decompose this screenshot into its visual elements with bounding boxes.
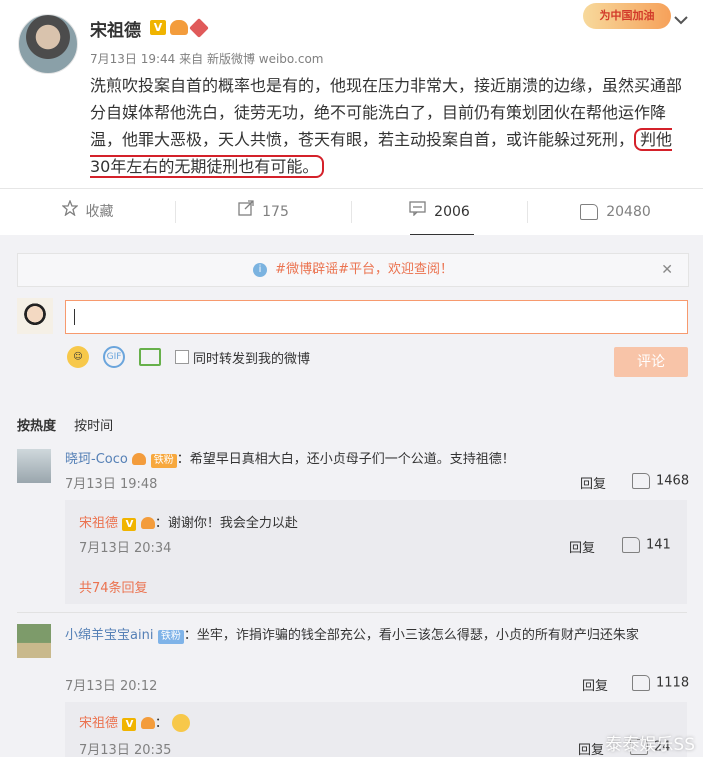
reply-link[interactable]: 回复 — [582, 675, 608, 694]
comment-text: ：坐牢，诈捐诈骗的钱全部充公，看小三该怎么得瑟，小贞的所有财产归还朱家 — [183, 628, 639, 643]
vip-icon — [140, 517, 155, 529]
checkbox-icon[interactable] — [175, 350, 189, 364]
fan-badge: 铁粉 — [150, 454, 177, 468]
fan-badge: 铁粉 — [157, 630, 184, 644]
comment-icon — [409, 189, 426, 235]
subreply-item: 宋祖德 V ：谢谢你！我会全力以赴 — [79, 512, 298, 531]
image-icon[interactable] — [139, 348, 161, 366]
comment-time: 7月13日 20:12 — [65, 679, 158, 694]
thumbs-up-icon — [632, 675, 650, 691]
comment-author[interactable]: 晓珂-Coco — [65, 452, 128, 467]
medal-icon — [189, 17, 209, 38]
subreply-like-button[interactable]: 141 — [622, 537, 671, 553]
verified-icon: V — [150, 20, 166, 35]
favorite-button[interactable]: 收藏 — [0, 189, 175, 235]
post-meta: 7月13日 19:44 来自 新版微博 weibo.com — [90, 50, 324, 67]
post-text: 洗煎吹投案自首的概率也是有的，他现在压力非常大，接近崩溃的边缘，虽然买通部分自媒… — [90, 72, 690, 180]
divider — [17, 612, 687, 613]
subreply-like-count: 141 — [646, 537, 671, 553]
comment-button[interactable]: 2006 — [352, 189, 527, 235]
favorite-label: 收藏 — [85, 204, 114, 220]
watermark: 泰泰娱乐SS — [605, 735, 695, 755]
gif-icon[interactable]: GIF — [103, 346, 125, 368]
post-time[interactable]: 7月13日 19:44 — [90, 52, 175, 66]
reply-link[interactable]: 回复 — [578, 739, 604, 758]
promo-badge[interactable]: 为中国加油 — [583, 3, 671, 29]
comment-author[interactable]: 小绵羊宝宝aini — [65, 628, 153, 643]
author-avatar[interactable] — [18, 14, 78, 74]
repost-count: 175 — [262, 204, 289, 220]
repost-icon — [238, 189, 254, 235]
sort-tabs: 按热度 按时间 — [17, 415, 127, 434]
post-text-main: 洗煎吹投案自首的概率也是有的，他现在压力非常大，接近崩溃的边缘，虽然买通部分自媒… — [90, 76, 683, 149]
emoji-icon — [172, 714, 191, 732]
verified-icon: V — [122, 518, 137, 531]
thumbs-up-icon — [632, 473, 650, 489]
subreply-author[interactable]: 宋祖德 — [79, 716, 118, 731]
author-name[interactable]: 宋祖德 — [90, 16, 141, 41]
notice-text[interactable]: #微博辟谣#平台，欢迎查阅！ — [275, 262, 453, 277]
subreply-time: 7月13日 20:34 — [79, 541, 172, 556]
comment-avatar[interactable] — [17, 624, 51, 658]
subreply-text: ：谢谢你！我会全力以赴 — [154, 516, 298, 531]
comment-text: ：希望早日真相大白，还小贞母子们一个公道。支持祖德！ — [176, 452, 515, 467]
repost-button[interactable]: 175 — [176, 189, 351, 235]
close-icon[interactable]: ✕ — [661, 254, 673, 286]
comment-time: 7月13日 19:48 — [65, 477, 158, 492]
verified-icon: V — [122, 718, 137, 731]
info-icon: i — [253, 262, 268, 277]
comment-item: 晓珂-Coco 铁粉 ：希望早日真相大白，还小贞母子们一个公道。支持祖德！ — [65, 448, 515, 468]
comment-like-count: 1118 — [656, 675, 690, 691]
comment-item: 小绵羊宝宝aini 铁粉 ：坐牢，诈捐诈骗的钱全部充公，看小三该怎么得瑟，小贞的所… — [65, 622, 687, 649]
more-replies-link[interactable]: 共74条回复 — [79, 577, 148, 596]
tab-sort-time[interactable]: 按时间 — [74, 419, 113, 434]
notice-bar: i #微博辟谣#平台，欢迎查阅！ ✕ — [17, 253, 689, 287]
post-source: 来自 新版微博 weibo.com — [179, 52, 324, 66]
vip-icon — [170, 20, 188, 35]
author-badges: V — [150, 17, 209, 38]
also-repost-label: 同时转发到我的微博 — [193, 351, 311, 367]
subreply-time: 7月13日 20:35 — [79, 743, 172, 758]
star-icon — [60, 189, 79, 235]
composer-tools: ☺ GIF 同时转发到我的微博 — [67, 346, 310, 368]
tab-sort-hot[interactable]: 按热度 — [17, 419, 56, 434]
comment-avatar[interactable] — [17, 449, 51, 483]
comment-like-button[interactable]: 1468 — [632, 473, 689, 489]
comment-input[interactable] — [65, 300, 688, 334]
vip-icon — [132, 453, 147, 465]
subreply-item: 宋祖德 V ： — [79, 712, 191, 732]
thumbs-up-icon — [580, 204, 599, 220]
chevron-down-icon[interactable] — [674, 10, 688, 29]
submit-comment-button[interactable]: 评论 — [614, 347, 688, 377]
thumbs-up-icon — [622, 537, 640, 553]
subreply-text: ： — [154, 716, 168, 731]
my-avatar[interactable] — [17, 298, 53, 334]
comment-like-button[interactable]: 1118 — [632, 675, 689, 691]
comment-count: 2006 — [434, 204, 470, 220]
like-button[interactable]: 20480 — [528, 189, 703, 235]
like-count: 20480 — [606, 204, 651, 220]
also-repost-checkbox[interactable]: 同时转发到我的微博 — [175, 348, 310, 367]
comment-like-count: 1468 — [656, 473, 690, 489]
emoji-icon[interactable]: ☺ — [67, 346, 89, 368]
subreply-author[interactable]: 宋祖德 — [79, 516, 118, 531]
vip-icon — [140, 717, 155, 729]
post-action-bar: 收藏 175 2006 20480 — [0, 188, 703, 236]
reply-link[interactable]: 回复 — [580, 473, 606, 492]
reply-link[interactable]: 回复 — [569, 537, 595, 556]
